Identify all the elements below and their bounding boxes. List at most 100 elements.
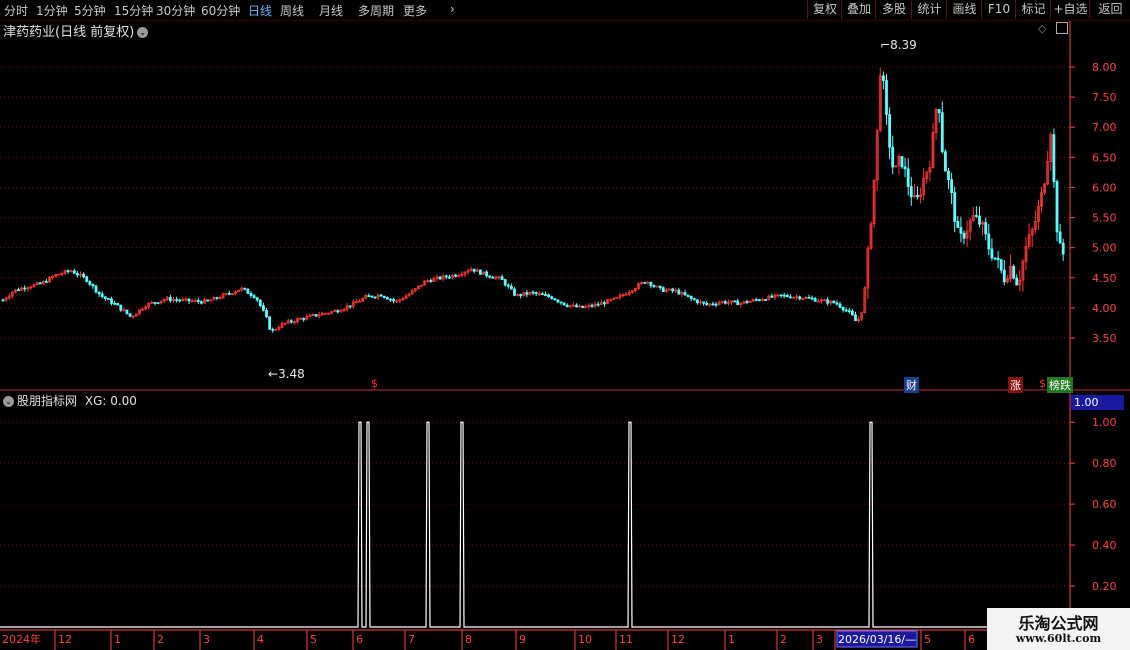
candle-body-304[interactable] (944, 151, 947, 172)
candle-body-209[interactable] (649, 281, 653, 286)
candle-body-290[interactable] (900, 156, 904, 168)
candle-body-254[interactable] (789, 296, 792, 299)
candle-body-240[interactable] (745, 301, 749, 303)
candle-body-180[interactable] (559, 301, 563, 304)
candle-body-271[interactable] (841, 306, 845, 311)
toolbar-button-4[interactable]: 画线 (946, 0, 982, 19)
indicator-title[interactable]: ⌄ 股朋指标网 XG: 0.00 (3, 392, 137, 409)
candle-body-50[interactable] (156, 302, 160, 305)
candle-body-192[interactable] (596, 303, 600, 306)
marker-ranking-down[interactable]: 榜跌 (1047, 377, 1073, 393)
candle-body-146[interactable] (454, 274, 458, 277)
candle-body-124[interactable] (385, 297, 389, 300)
candle-body-307[interactable] (953, 192, 957, 222)
candle-body-126[interactable] (392, 299, 396, 302)
candle-body-226[interactable] (702, 301, 705, 304)
candle-body-82[interactable] (255, 297, 259, 301)
period-7[interactable]: 周线 (280, 2, 304, 19)
candle-body-320[interactable] (993, 257, 997, 260)
candle-body-222[interactable] (689, 296, 693, 300)
period-9[interactable]: 多周期 (358, 2, 394, 19)
candle-body-7[interactable] (23, 287, 27, 290)
candle-body-0[interactable] (1, 299, 5, 302)
stock-title[interactable]: 津药药业(日线 前复权) ⌄ (3, 21, 149, 40)
candle-body-63[interactable] (196, 299, 200, 303)
candle-body-216[interactable] (671, 288, 674, 292)
candle-body-14[interactable] (45, 281, 48, 283)
candle-body-143[interactable] (444, 275, 448, 278)
candle-body-86[interactable] (268, 316, 272, 330)
candle-body-97[interactable] (302, 318, 306, 320)
marker-dollar-2[interactable]: $ (1039, 377, 1046, 390)
candle-body-295[interactable] (916, 194, 919, 198)
candle-body-207[interactable] (643, 282, 647, 284)
candle-body-163[interactable] (506, 284, 510, 287)
candle-body-60[interactable] (187, 298, 191, 302)
period-8[interactable]: 月线 (319, 2, 343, 19)
candle-body-210[interactable] (652, 285, 656, 287)
candle-body-244[interactable] (758, 299, 761, 302)
candle-body-33[interactable] (103, 296, 107, 299)
candle-body-221[interactable] (686, 294, 690, 297)
candle-body-341[interactable] (1058, 231, 1062, 244)
candle-body-268[interactable] (832, 300, 836, 304)
candle-body-49[interactable] (153, 301, 157, 304)
candle-body-292[interactable] (906, 168, 910, 188)
marker-dollar-1[interactable]: $ (371, 377, 378, 390)
toolbar-button-8[interactable]: 返回 (1089, 0, 1130, 19)
candle-body-321[interactable] (996, 257, 1000, 261)
candle-body-18[interactable] (57, 273, 61, 276)
candle-body-253[interactable] (785, 294, 789, 298)
candle-body-340[interactable] (1055, 181, 1059, 233)
period-10[interactable]: 更多 (403, 2, 427, 19)
candle-body-229[interactable] (711, 303, 715, 306)
candle-body-175[interactable] (544, 294, 547, 296)
candle-body-287[interactable] (891, 146, 895, 168)
candle-body-164[interactable] (509, 285, 513, 290)
candle-body-162[interactable] (503, 279, 507, 286)
candle-body-123[interactable] (382, 295, 386, 298)
candle-body-314[interactable] (975, 215, 978, 217)
candle-body-57[interactable] (178, 299, 182, 302)
candle-body-266[interactable] (826, 299, 829, 304)
candle-body-306[interactable] (950, 179, 953, 194)
candle-body-83[interactable] (258, 299, 262, 307)
candle-body-220[interactable] (683, 292, 687, 296)
candle-body-303[interactable] (940, 112, 944, 153)
candle-body-323[interactable] (1002, 269, 1006, 283)
candle-body-213[interactable] (661, 287, 665, 292)
candle-body-262[interactable] (813, 298, 817, 302)
candle-body-246[interactable] (764, 299, 767, 301)
period-5[interactable]: 60分钟 (201, 2, 240, 19)
candle-body-154[interactable] (478, 269, 482, 275)
candle-body-30[interactable] (94, 285, 98, 293)
candle-body-317[interactable] (984, 222, 988, 235)
candle-body-5[interactable] (17, 289, 20, 292)
toolbar-button-5[interactable]: F10 (981, 0, 1016, 19)
candle-body-178[interactable] (553, 298, 557, 301)
candle-body-261[interactable] (810, 297, 814, 300)
candle-body-308[interactable] (956, 221, 960, 228)
candle-body-218[interactable] (677, 289, 681, 295)
candle-body-38[interactable] (119, 304, 123, 311)
candle-body-79[interactable] (246, 288, 250, 294)
candle-body-165[interactable] (513, 288, 516, 296)
candle-body-302[interactable] (937, 109, 941, 114)
more-chevron-icon[interactable]: › (450, 2, 455, 16)
candle-body-24[interactable] (76, 272, 79, 276)
toolbar-button-6[interactable]: 标记 (1015, 0, 1051, 19)
candle-body-190[interactable] (590, 304, 594, 307)
candle-body-119[interactable] (370, 295, 374, 298)
candle-body-233[interactable] (723, 301, 727, 304)
candle-body-174[interactable] (541, 293, 544, 296)
period-1[interactable]: 1分钟 (36, 2, 68, 19)
candle-body-293[interactable] (909, 186, 913, 198)
candle-body-161[interactable] (500, 276, 504, 281)
candle-body-223[interactable] (692, 298, 696, 301)
candle-body-120[interactable] (373, 296, 377, 299)
candle-body-141[interactable] (438, 276, 442, 280)
candle-body-327[interactable] (1015, 277, 1019, 286)
candle-body-275[interactable] (854, 314, 857, 322)
candle-body-224[interactable] (696, 299, 699, 304)
candle-body-101[interactable] (314, 314, 318, 317)
